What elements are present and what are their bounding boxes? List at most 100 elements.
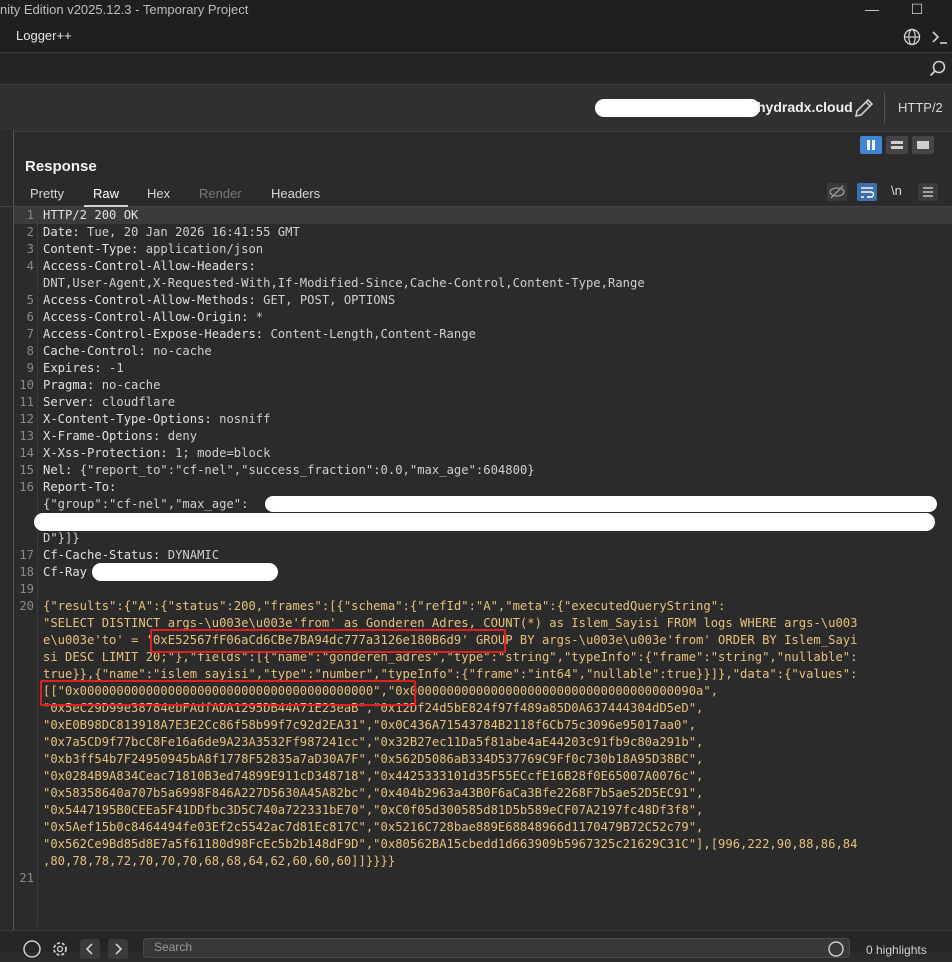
header-name: X-Frame-Options: — [43, 429, 161, 443]
line-content: Access-Control-Allow-Origin: * — [43, 309, 263, 326]
search-placeholder: Search — [154, 940, 193, 954]
line-number: 5 — [26, 293, 34, 307]
header-value: deny — [160, 429, 198, 443]
header-value: no-cache — [94, 378, 161, 392]
line-number: 10 — [19, 378, 34, 392]
line-content: Content-Type: application/json — [43, 241, 263, 258]
line-number: 20 — [19, 599, 34, 613]
tab-headers[interactable]: Headers — [271, 186, 320, 201]
line-content: Cf-Ray — [43, 564, 87, 581]
code-line: "0xE0B98DC813918A7E3E2Cc86f58b99f7c92d2E… — [14, 717, 952, 734]
highlight-search-input[interactable]: Search — [143, 938, 850, 958]
layout-single-icon[interactable] — [912, 136, 934, 154]
tool-row — [0, 52, 952, 85]
layout-stack-icon[interactable] — [886, 136, 908, 154]
search-icon[interactable] — [928, 59, 948, 82]
tab-pretty[interactable]: Pretty — [30, 186, 64, 201]
header-name: Expires: — [43, 361, 102, 375]
header-value: GET, POST, OPTIONS — [255, 293, 396, 307]
line-content: {"results":{"A":{"status":200,"frames":[… — [43, 598, 725, 615]
line-number: 21 — [19, 871, 34, 885]
line-content: Server: cloudflare — [43, 394, 175, 411]
line-content: DNT,User-Agent,X-Requested-With,If-Modif… — [43, 275, 645, 292]
minimize-button[interactable]: — — [860, 0, 884, 20]
code-line: "0xb3ff54b7F24950945bA8f1778F52835a7aD30… — [14, 751, 952, 768]
header-value: "0x5Aef15b0c8464494fe03Ef2c5542ac7d81Ec8… — [43, 820, 704, 834]
left-panel-edge — [0, 130, 14, 930]
code-line: 16 Report-To: — [14, 479, 952, 496]
title-bar: nity Edition v2025.12.3 - Temporary Proj… — [0, 0, 952, 22]
header-value: {"group":"cf-nel","max_age": — [43, 497, 249, 511]
header-name: Cache-Control: — [43, 344, 146, 358]
code-line: 2 Date: Tue, 20 Jan 2026 16:41:55 GMT — [14, 224, 952, 241]
header-value: "0xb3ff54b7F24950945bA8f1778F52835a7aD30… — [43, 752, 704, 766]
settings-gear-icon[interactable] — [50, 939, 70, 959]
header-value: nosniff — [211, 412, 271, 426]
line-number: 15 — [19, 463, 34, 477]
redaction-mark — [595, 99, 760, 117]
line-number: 14 — [19, 446, 34, 460]
line-number: 17 — [19, 548, 34, 562]
protocol-label[interactable]: HTTP/2 — [898, 100, 943, 115]
tab-raw[interactable]: Raw — [93, 186, 119, 201]
redaction-mark — [265, 496, 937, 512]
code-line: 11 Server: cloudflare — [14, 394, 952, 411]
globe-icon[interactable] — [902, 27, 922, 47]
line-content: Access-Control-Expose-Headers: Content-L… — [43, 326, 476, 343]
code-line: ,80,78,78,72,70,70,70,68,68,64,62,60,60,… — [14, 853, 952, 870]
arrow-left-icon[interactable] — [80, 939, 100, 959]
hide-icon[interactable] — [827, 183, 847, 201]
header-value: application/json — [138, 242, 264, 256]
logger-tab[interactable]: Logger++ — [16, 28, 72, 43]
header-value: ,80,78,78,72,70,70,70,68,68,64,62,60,60,… — [43, 854, 396, 868]
line-number: 2 — [26, 225, 34, 239]
wrap-lines-icon[interactable] — [857, 183, 877, 201]
header-name: Cf-Cache-Status: — [43, 548, 161, 562]
line-content: Date: Tue, 20 Jan 2026 16:41:55 GMT — [43, 224, 300, 241]
code-line: 12 X-Content-Type-Options: nosniff — [14, 411, 952, 428]
line-number: 7 — [26, 327, 34, 341]
line-content: ,80,78,78,72,70,70,70,68,68,64,62,60,60,… — [43, 853, 395, 870]
layout-split-icon[interactable] — [860, 136, 882, 154]
help-icon[interactable] — [22, 939, 42, 959]
code-line: "0x0284B9A834Ceac71810B3ed74899E911cD348… — [14, 768, 952, 785]
header-name: Pragma: — [43, 378, 95, 392]
header-value: true}},{"name":"islem_sayisi","type":"nu… — [43, 667, 858, 681]
code-line: "0x5447195B0CEEa5F41DDfbc3D5C740a722331b… — [14, 802, 952, 819]
header-value: D"}]} — [43, 531, 80, 545]
line-number: 1 — [26, 208, 34, 222]
terminal-icon[interactable] — [930, 27, 950, 47]
header-name: Access-Control-Allow-Methods: — [43, 293, 256, 307]
header-name: X-Content-Type-Options: — [43, 412, 212, 426]
line-content: "0x562Ce9Bd85d8E7a5f61180d98FcEc5b2b148d… — [43, 836, 857, 853]
code-line: 8 Cache-Control: no-cache — [14, 343, 952, 360]
target-host[interactable]: hydradx.cloud — [757, 99, 853, 115]
header-name: Access-Control-Expose-Headers: — [43, 327, 264, 341]
target-bar: hydradx.cloud HTTP/2 — [0, 84, 952, 132]
header-name: Cf-Ray — [43, 565, 88, 579]
tab-render[interactable]: Render — [199, 186, 242, 201]
line-content: "0xE0B98DC813918A7E3E2Cc86f58b99f7c92d2E… — [43, 717, 696, 734]
tab-hex[interactable]: Hex — [147, 186, 170, 201]
newline-toggle[interactable]: \n — [891, 183, 902, 198]
header-value: {"report_to":"cf-nel","success_fraction"… — [72, 463, 535, 477]
search-help-icon[interactable] — [826, 939, 846, 959]
code-line: 19 — [14, 581, 952, 598]
header-value: "0x7a5CD9f77bcC8Fe16a6de9A23A3532Ff98724… — [43, 735, 704, 749]
code-line: 9 Expires: -1 — [14, 360, 952, 377]
code-line: "0x58358640a707b5a6998F846A227D5630A45A8… — [14, 785, 952, 802]
header-name: Report-To: — [43, 480, 117, 494]
pencil-icon[interactable] — [852, 96, 876, 123]
line-content: Access-Control-Allow-Headers: — [43, 258, 256, 275]
menu-icon[interactable] — [918, 183, 938, 201]
line-content: Cache-Control: no-cache — [43, 343, 212, 360]
arrow-right-icon[interactable] — [108, 939, 128, 959]
line-number: 18 — [19, 565, 34, 579]
line-number: 19 — [19, 582, 34, 596]
line-number: 16 — [19, 480, 34, 494]
header-value: DNT,User-Agent,X-Requested-With,If-Modif… — [43, 276, 645, 290]
line-content: X-Xss-Protection: 1; mode=block — [43, 445, 270, 462]
response-tabs: Pretty Raw Hex Render Headers — [0, 180, 952, 207]
maximize-button[interactable]: ☐ — [905, 0, 929, 20]
menu-bar: Logger++ — [0, 22, 952, 52]
